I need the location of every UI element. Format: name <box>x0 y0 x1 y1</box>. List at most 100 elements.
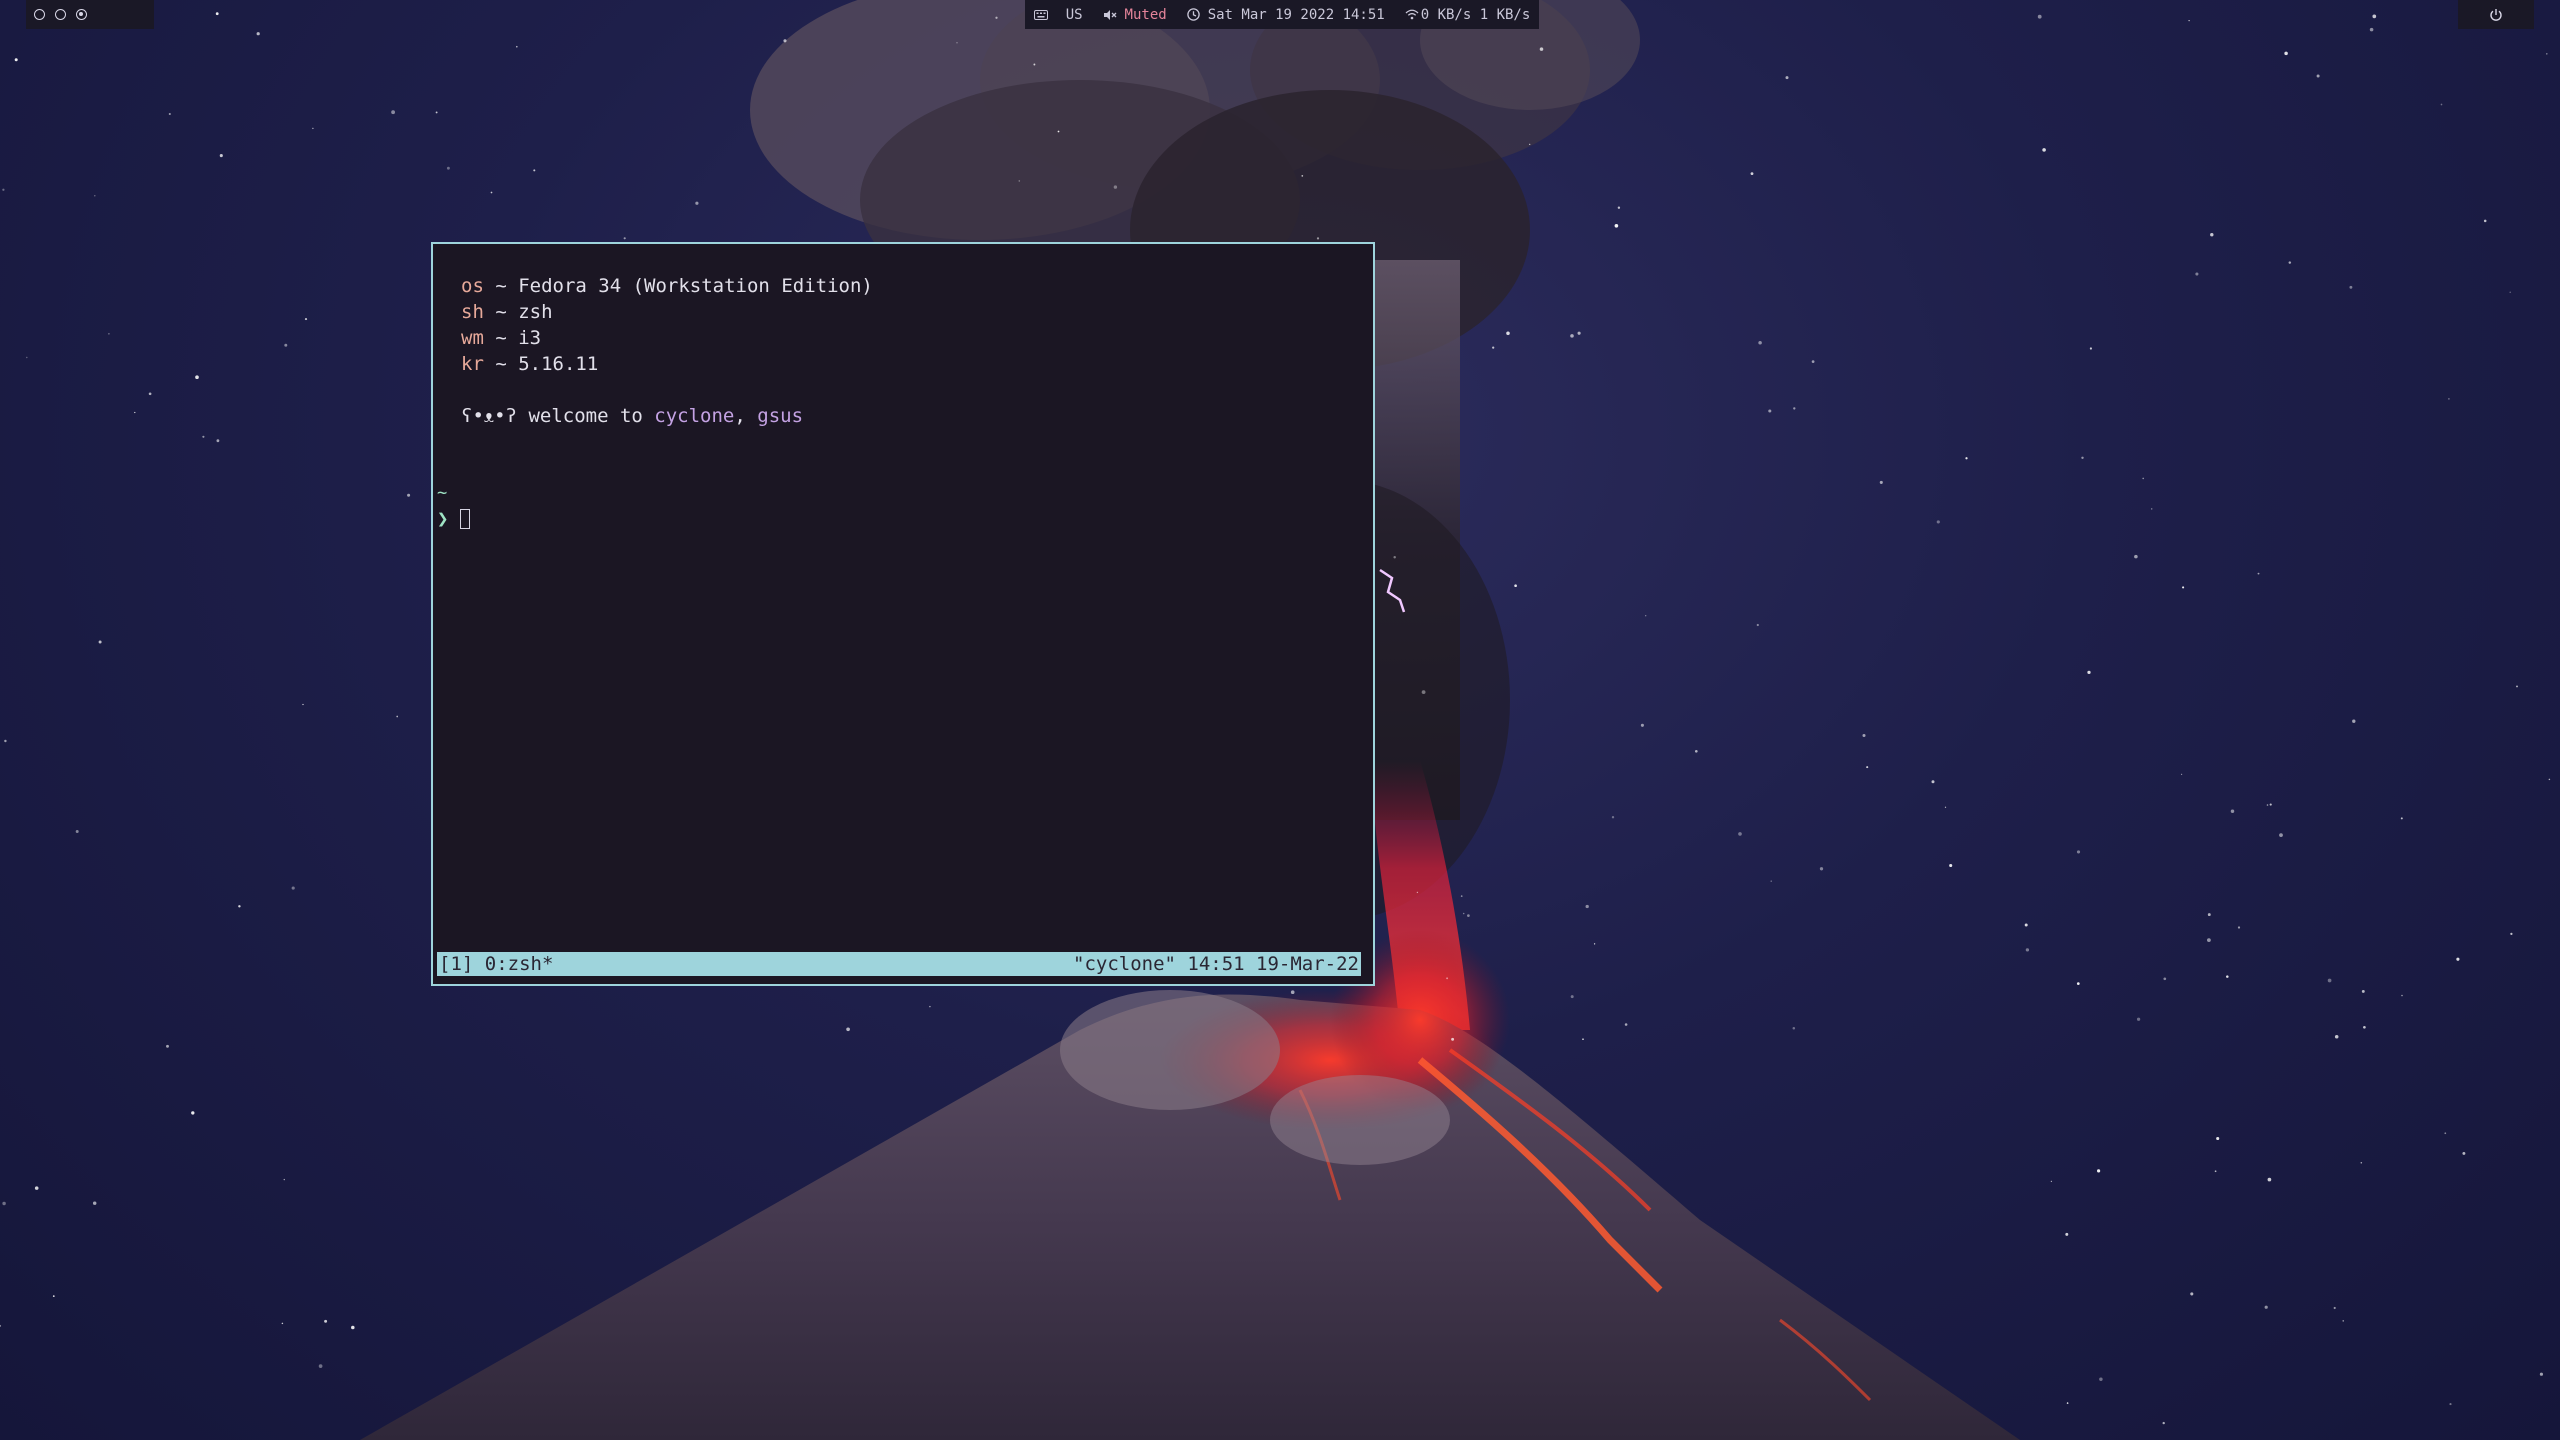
star <box>2510 932 2513 936</box>
workspace-3-button[interactable] <box>76 9 87 20</box>
star <box>2081 456 2084 459</box>
star <box>2190 1292 2194 1296</box>
star <box>2372 14 2377 19</box>
keyboard-layout[interactable]: US <box>1033 7 1083 23</box>
tmux-window-list[interactable]: [1] 0:zsh* <box>439 951 553 977</box>
star <box>956 42 958 44</box>
star <box>1421 690 1426 694</box>
star <box>1965 457 1968 460</box>
star <box>2181 773 2183 776</box>
star <box>1750 172 1754 176</box>
star <box>256 32 260 36</box>
tmux-session-info: "cyclone" 14:51 19-Mar-22 <box>1073 953 1359 975</box>
star <box>195 375 199 380</box>
star <box>1611 816 1615 819</box>
star <box>2266 804 2269 806</box>
star <box>2444 1132 2447 1135</box>
star <box>2546 53 2548 55</box>
star <box>1301 175 1304 177</box>
star <box>2516 685 2518 688</box>
terminal-output[interactable]: os ~ Fedora 34 (Workstation Edition) sh … <box>433 244 1373 954</box>
star <box>0 1324 2 1327</box>
star <box>2087 670 2091 675</box>
star <box>94 195 96 197</box>
star <box>1944 806 1947 808</box>
star <box>2349 285 2353 289</box>
power-menu[interactable] <box>2458 0 2534 29</box>
star <box>191 1111 195 1115</box>
star <box>284 343 288 347</box>
welcome-line: ʕ•ᴥ•ʔ welcome to cyclone, gsus <box>461 403 803 429</box>
star <box>2142 477 2144 480</box>
star <box>2449 1403 2452 1406</box>
star <box>324 1319 328 1323</box>
star <box>202 435 205 438</box>
sysinfo-value: zsh <box>518 301 553 323</box>
star <box>52 1295 55 1297</box>
star <box>1539 47 1544 51</box>
speaker-muted-icon <box>1103 9 1117 20</box>
star <box>2361 989 2365 993</box>
star <box>1862 733 1866 738</box>
star <box>216 439 220 443</box>
star <box>2216 1136 2220 1141</box>
star <box>2288 261 2292 264</box>
workspace-switcher <box>26 0 154 29</box>
star <box>168 112 171 116</box>
star <box>1467 914 1470 917</box>
star <box>1792 1027 1796 1030</box>
star <box>1645 615 1647 617</box>
star <box>291 886 295 890</box>
star <box>2360 1161 2363 1164</box>
star <box>2 188 5 191</box>
desktop: US Muted Sat Mar 19 2022 14:51 0 KB/s 1 … <box>0 0 2560 1440</box>
star <box>281 1322 284 1325</box>
workspace-1-button[interactable] <box>34 9 45 20</box>
network-speed-label: 0 KB/s 1 KB/s <box>1420 6 1531 23</box>
terminal-window[interactable]: os ~ Fedora 34 (Workstation Edition) sh … <box>431 242 1375 986</box>
star <box>2136 1017 2141 1021</box>
cwd-line: ~ <box>437 483 448 503</box>
star <box>1529 143 1531 146</box>
star <box>2097 1169 2101 1173</box>
star <box>1460 895 1463 897</box>
star <box>4 739 7 743</box>
star <box>2214 1170 2217 1173</box>
star <box>1866 766 1869 769</box>
star <box>2363 1025 2366 1029</box>
star <box>238 905 241 908</box>
network-speed[interactable]: 0 KB/s 1 KB/s <box>1405 6 1531 23</box>
star <box>2163 977 2167 981</box>
star <box>2188 19 2190 22</box>
volume-control[interactable]: Muted <box>1103 7 1167 23</box>
star <box>1492 346 1495 349</box>
star <box>1506 331 1510 336</box>
star <box>2076 850 2081 854</box>
power-icon[interactable] <box>2489 8 2503 22</box>
star <box>1570 334 1574 338</box>
welcome-comma: , <box>734 405 758 427</box>
star <box>516 45 518 48</box>
star <box>2195 272 2199 276</box>
star <box>1570 995 1574 999</box>
star <box>1585 904 1589 909</box>
volume-label: Muted <box>1124 6 1167 23</box>
star <box>2099 1377 2103 1382</box>
prompt-line[interactable]: ❯ <box>437 506 470 532</box>
clock[interactable]: Sat Mar 19 2022 14:51 <box>1186 7 1385 23</box>
star <box>215 12 219 16</box>
workspace-2-button[interactable] <box>55 9 66 20</box>
star <box>2401 994 2403 997</box>
star <box>2327 978 2332 983</box>
star <box>1879 480 1883 484</box>
welcome-text: welcome to <box>517 405 655 427</box>
star <box>92 1201 97 1205</box>
star <box>2548 778 2551 781</box>
sysinfo-os-line: os ~ Fedora 34 (Workstation Edition) <box>461 273 873 299</box>
star <box>2342 1320 2344 1322</box>
star <box>1316 237 1320 240</box>
star <box>2050 1180 2053 1183</box>
hostname: cyclone <box>654 405 735 427</box>
sysinfo-separator: ~ <box>483 327 519 349</box>
star <box>1949 863 1953 868</box>
